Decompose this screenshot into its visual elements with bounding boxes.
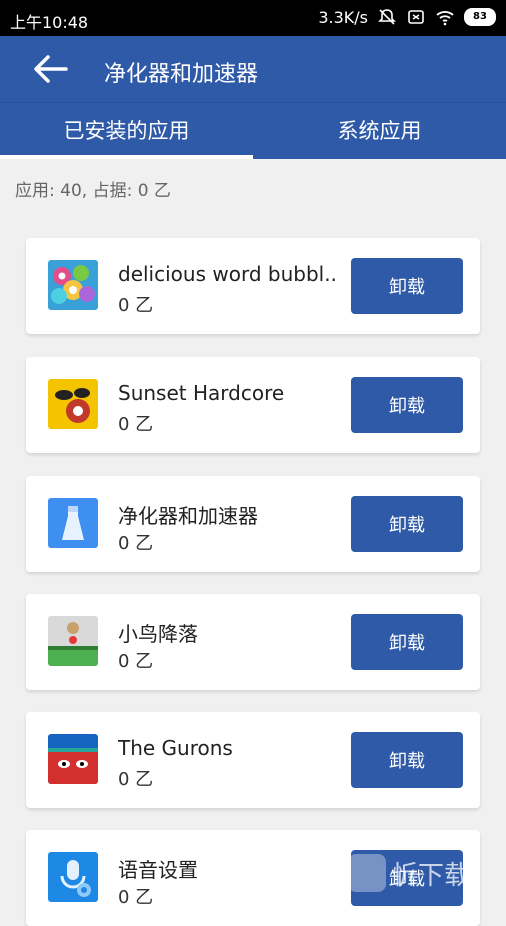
app-card: The Gurons 0 乙 卸载	[26, 712, 480, 808]
app-size: 0 乙	[118, 414, 154, 435]
watermark-logo-icon	[348, 854, 386, 892]
apps-summary: 应用: 40, 占据: 0 乙	[15, 181, 171, 201]
tab-indicator	[0, 155, 253, 159]
page-title: 净化器和加速器	[104, 62, 259, 87]
back-arrow-icon[interactable]	[32, 54, 68, 84]
sunset-hardcore-icon	[48, 379, 98, 429]
wifi-icon	[436, 11, 454, 26]
status-icons: 3.3K/s 83	[318, 7, 496, 27]
uninstall-button[interactable]: 卸载	[351, 258, 463, 314]
app-size: 0 乙	[118, 651, 154, 672]
app-size: 0 乙	[118, 887, 154, 908]
app-size: 0 乙	[118, 769, 154, 790]
app-name: Sunset Hardcore	[118, 381, 285, 405]
app-name: 小鸟降落	[118, 622, 198, 646]
watermark-text: 忻下载	[392, 860, 471, 891]
sim-icon	[408, 10, 424, 24]
status-bar: 上午10:48 3.3K/s 83	[0, 0, 506, 36]
app-card: 小鸟降落 0 乙 卸载	[26, 594, 480, 690]
app-size: 0 乙	[118, 533, 154, 554]
uninstall-button[interactable]: 卸载	[351, 614, 463, 670]
app-name: 语音设置	[118, 858, 198, 882]
network-speed: 3.3K/s	[318, 7, 368, 27]
mute-bell-icon	[378, 9, 396, 25]
tab-installed-apps[interactable]: 已安装的应用	[0, 103, 253, 159]
bubble-balls-icon	[48, 260, 98, 310]
watermark: 忻下载	[348, 854, 470, 892]
uninstall-button[interactable]: 卸载	[351, 496, 463, 552]
app-name: The Gurons	[118, 736, 233, 760]
app-name: 净化器和加速器	[118, 504, 258, 528]
uninstall-button[interactable]: 卸载	[351, 732, 463, 788]
app-bar: 净化器和加速器	[0, 36, 506, 102]
app-name: delicious word bubbl..	[118, 262, 337, 286]
app-card: delicious word bubbl.. 0 乙 卸载	[26, 238, 480, 334]
app-card: Sunset Hardcore 0 乙 卸载	[26, 357, 480, 453]
broom-icon	[48, 498, 98, 548]
gurons-icon	[48, 734, 98, 784]
app-card: 净化器和加速器 0 乙 卸载	[26, 476, 480, 572]
tab-system-apps[interactable]: 系统应用	[253, 103, 506, 159]
battery-indicator: 83	[464, 8, 496, 26]
app-size: 0 乙	[118, 295, 154, 316]
bird-landing-icon	[48, 616, 98, 666]
tab-bar: 已安装的应用 系统应用	[0, 102, 506, 159]
voice-settings-icon	[48, 852, 98, 902]
uninstall-button[interactable]: 卸载	[351, 377, 463, 433]
status-time: 上午10:48	[10, 13, 89, 32]
